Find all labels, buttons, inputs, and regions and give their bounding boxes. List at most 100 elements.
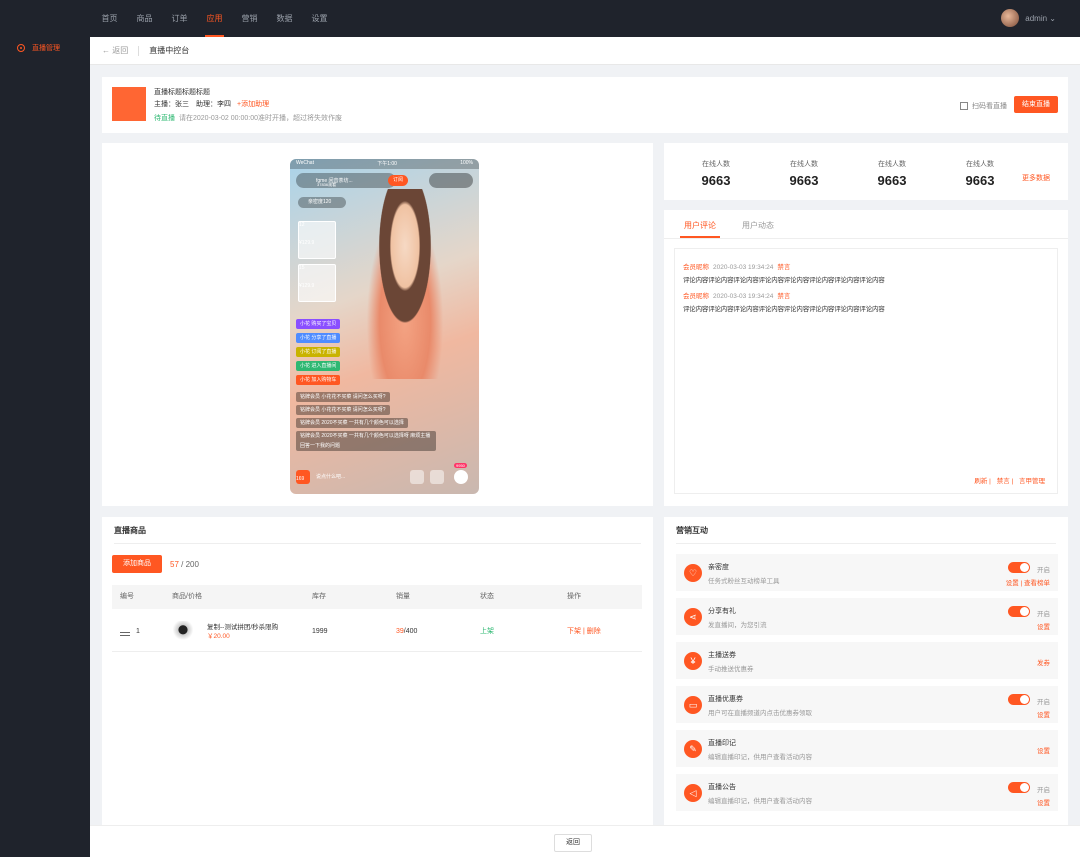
row-index: 1: [136, 628, 140, 635]
item-name: 亲密度: [708, 564, 729, 571]
comment-list: 会员昵称 2020-03-03 19:34:24 禁言 评论内容评论内容评论内容评论…: [674, 248, 1058, 494]
comment-user[interactable]: 会员昵称: [683, 264, 709, 271]
nav-data[interactable]: 数据: [267, 0, 302, 37]
ban-link[interactable]: 禁言: [997, 478, 1010, 485]
nav-marketing[interactable]: 营销: [232, 0, 267, 37]
nav-goods[interactable]: 商品: [127, 0, 162, 37]
item-links[interactable]: 设置: [1037, 621, 1050, 631]
add-assistant-link[interactable]: +添加助理: [237, 101, 269, 108]
scan-to-watch[interactable]: 扫码看直播: [960, 101, 1007, 111]
nav-home[interactable]: 首页: [92, 0, 127, 37]
toggle-switch[interactable]: [1008, 606, 1030, 617]
live-info-card: 直播标题标题标题 主播：张三 助理：李四 +添加助理 待直播 请在2020-03-0…: [102, 77, 1068, 133]
item-name: 直播公告: [708, 784, 736, 791]
marketing-item: ◁ 直播公告 编辑直播印记，供用户查看活动内容 开启 设置: [676, 774, 1058, 811]
toggle-switch[interactable]: [1008, 782, 1030, 793]
top-nav: 首页 商品 订单 应用 营销 数据 设置: [92, 0, 337, 37]
goods-sales: 39/400: [396, 617, 417, 647]
nav-settings[interactable]: 设置: [302, 0, 337, 37]
add-goods-button[interactable]: 添加商品: [112, 555, 162, 573]
stats-card: 在线人数 9663 在线人数 9663 在线人数 9663 在线人数 9663 …: [664, 143, 1068, 200]
scan-label: 扫码看直播: [972, 103, 1007, 110]
sidebar: 直播管理: [0, 37, 90, 857]
nav-apps[interactable]: 应用: [197, 0, 232, 37]
status-badge: 待直播: [154, 115, 175, 122]
item-links[interactable]: 发券: [1037, 657, 1050, 667]
stat-label: 在线人数: [702, 161, 730, 168]
chat-message: 铭牌会员 2020不买菜 一共有几个颜色可以选择呀 麻烦主播回答一下我的问题: [296, 431, 436, 451]
goods-ops[interactable]: 下架 | 删除: [567, 617, 601, 647]
item-desc: 用户可在直播频道内点击优惠券领取: [708, 710, 812, 717]
host-info: 主播：张三 助理：李四: [154, 101, 231, 108]
chat-message: 铭牌会员 小花花不买菜 请问怎么买呀?: [296, 405, 390, 415]
divider: [114, 543, 641, 544]
sidebar-item-live[interactable]: 直播管理: [17, 43, 90, 53]
stat-value: 9663: [701, 173, 731, 188]
event-tag: 小花 加入购物车: [296, 375, 341, 385]
item-desc: 编辑直播印记，供用户查看活动内容: [708, 754, 812, 761]
back-button[interactable]: 返回: [554, 834, 592, 852]
share-icon: ⋖: [684, 608, 702, 626]
item-name: 直播优惠券: [708, 696, 743, 703]
footer-bar: 返回: [90, 825, 1080, 857]
gift-icon[interactable]: [410, 470, 424, 484]
watchers: 37836观看: [317, 182, 337, 187]
item-links[interactable]: 设置: [1037, 797, 1050, 807]
refresh-link[interactable]: 刷新: [974, 478, 987, 485]
back-link[interactable]: ← 返回: [102, 45, 128, 56]
item-name: 主播送券: [708, 652, 736, 659]
comment-actions: 刷新 | 禁言 | 言甲管理: [974, 478, 1045, 485]
stat-label: 在线人数: [878, 161, 906, 168]
event-tag: 小花 订阅了直播: [296, 347, 341, 357]
item-links[interactable]: 设置: [1037, 709, 1050, 719]
manage-link[interactable]: 言甲管理: [1019, 478, 1045, 485]
coupon-icon: ▭: [684, 696, 702, 714]
col-stock: 库存: [312, 593, 326, 600]
ban-link[interactable]: 禁言: [777, 264, 790, 271]
ban-link[interactable]: 禁言: [777, 293, 790, 300]
stat-label: 在线人数: [790, 161, 818, 168]
stat-value: 9663: [965, 173, 995, 188]
comment-text: 评论内容评论内容评论内容评论内容评论内容评论内容评论内容评论内容: [683, 277, 885, 284]
drag-handle-icon[interactable]: [120, 632, 130, 633]
like-icon[interactable]: [454, 470, 468, 484]
comment-user[interactable]: 会员昵称: [683, 293, 709, 300]
item-links[interactable]: 设置: [1037, 745, 1050, 755]
intimacy-badge: 亲密度120: [298, 197, 346, 208]
phone-time: 下午1:00: [377, 161, 397, 167]
product-price: ¥129.9: [299, 240, 315, 246]
product-card: 15 ¥129.9: [298, 264, 336, 302]
comment-item: 会员昵称 2020-03-03 19:34:24 禁言 评论内容评论内容评论内容评论…: [683, 261, 885, 284]
goods-name[interactable]: 复制--测试拼团/秒杀限购: [207, 623, 278, 632]
sold-total: /400: [403, 628, 418, 635]
comment-time: 2020-03-03 19:34:24: [713, 264, 774, 271]
divider: [664, 238, 1068, 239]
goods-stock: 1999: [312, 628, 328, 635]
chat-input[interactable]: 说点什么吧...: [316, 473, 345, 480]
toggle-label: 开启: [1037, 567, 1050, 574]
tab-user-comments[interactable]: 用户评论: [680, 218, 720, 238]
toggle-switch[interactable]: [1008, 562, 1030, 573]
toggle-switch[interactable]: [1008, 694, 1030, 705]
item-links[interactable]: 设置 | 查看榜单: [1006, 577, 1050, 587]
main-content: ← 返回 直播中控台 直播标题标题标题 主播：张三 助理：李四 +添加助理 待直播…: [90, 37, 1080, 857]
subscribe-button[interactable]: 订阅: [388, 175, 408, 186]
item-desc: 编辑直播印记，供用户查看活动内容: [708, 798, 812, 805]
more-data-link[interactable]: 更多数据: [1022, 173, 1050, 183]
nav-orders[interactable]: 订单: [162, 0, 197, 37]
cart-count: 169: [296, 476, 305, 482]
share-icon[interactable]: [430, 470, 444, 484]
comment-text: 评论内容评论内容评论内容评论内容评论内容评论内容评论内容评论内容: [683, 306, 885, 313]
live-preview-card: WeChat 下午1:00 100% fgme 闲音茶坊... 37836观看 …: [102, 143, 653, 506]
live-cover-image: [112, 87, 146, 121]
tab-user-activity[interactable]: 用户动态: [742, 218, 774, 238]
goods-image: [172, 621, 194, 643]
col-sales: 销量: [396, 593, 410, 600]
user-menu[interactable]: admin ⌄: [1001, 9, 1056, 27]
end-live-button[interactable]: 结束直播: [1014, 96, 1058, 113]
goods-count: 57 / 200: [170, 560, 199, 569]
goods-price: ￥20.00: [207, 633, 230, 640]
announcement-icon: ◁: [684, 784, 702, 802]
section-title: 营销互动: [676, 526, 708, 535]
marketing-item: ⋖ 分享有礼 发直播间，为您引流 开启 设置: [676, 598, 1058, 635]
